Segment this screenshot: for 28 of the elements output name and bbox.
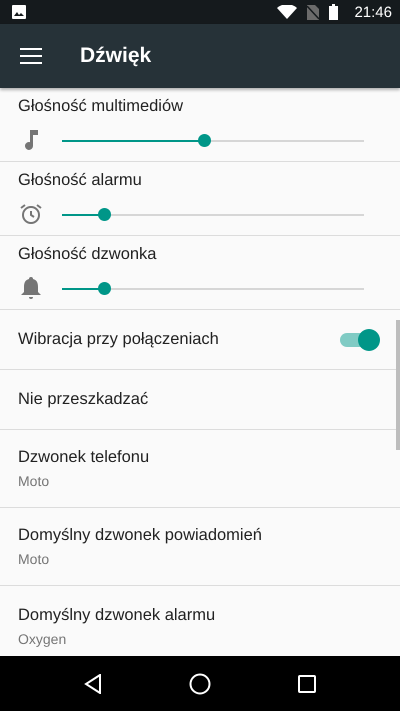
screen-title: Dźwięk — [80, 44, 152, 68]
back-button[interactable] — [84, 674, 102, 694]
wifi-icon — [277, 5, 298, 19]
setting-label: Głośność alarmu — [18, 171, 143, 190]
image-icon — [12, 5, 26, 19]
slider-thumb[interactable] — [98, 282, 112, 294]
no-sim-icon — [307, 4, 320, 20]
alarm-clock-icon — [19, 202, 43, 226]
setting-label[interactable]: Dzwonek telefonu — [18, 448, 382, 467]
setting-summary: Moto — [18, 473, 50, 489]
setting-label[interactable]: Domyślny dzwonek powiadomień — [18, 526, 382, 545]
toggle-switch[interactable] — [340, 328, 380, 350]
setting-summary: Oxygen — [18, 631, 68, 647]
bell-icon — [21, 276, 41, 300]
setting-summary: Moto — [18, 551, 50, 567]
setting-label[interactable]: Nie przeszkadzać — [18, 390, 382, 409]
battery-icon — [329, 4, 338, 20]
music-note-icon — [24, 130, 38, 150]
recents-button[interactable] — [298, 674, 316, 692]
slider-thumb[interactable] — [198, 134, 211, 146]
setting-label: Głośność dzwonka — [18, 245, 158, 264]
slider-thumb[interactable] — [98, 208, 112, 220]
setting-label[interactable]: Domyślny dzwonek alarmu — [18, 606, 382, 625]
clock-time: 21:46 — [354, 4, 392, 20]
setting-label: Głośność multimediów — [18, 97, 184, 116]
setting-label: Wibracja przy połączeniach — [18, 330, 219, 349]
menu-button[interactable] — [20, 48, 42, 64]
home-button[interactable] — [188, 672, 211, 694]
